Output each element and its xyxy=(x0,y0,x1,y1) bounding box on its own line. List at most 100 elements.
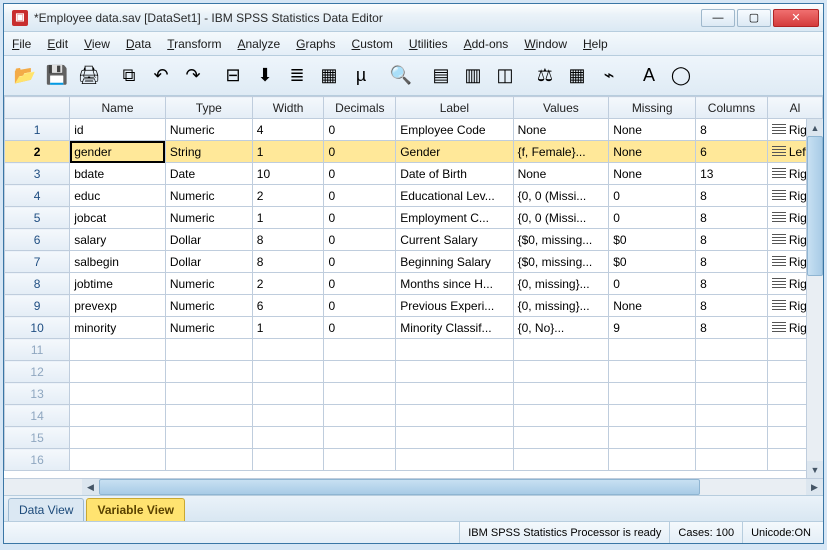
cell-type[interactable]: Numeric xyxy=(165,207,252,229)
cell-empty[interactable] xyxy=(396,405,513,427)
cell-empty[interactable] xyxy=(396,449,513,471)
cell-dec[interactable]: 0 xyxy=(324,163,396,185)
cell-dec[interactable]: 0 xyxy=(324,141,396,163)
cell-name[interactable]: gender xyxy=(70,141,166,163)
cell-empty[interactable] xyxy=(513,427,609,449)
scroll-down-button[interactable]: ▼ xyxy=(807,461,823,478)
row-header[interactable]: 9 xyxy=(5,295,70,317)
row-header[interactable]: 11 xyxy=(5,339,70,361)
menu-help[interactable]: Help xyxy=(583,37,608,51)
col-header-values[interactable]: Values xyxy=(513,97,609,119)
cell-empty[interactable] xyxy=(324,383,396,405)
cell-width[interactable]: 8 xyxy=(252,251,324,273)
cell-empty[interactable] xyxy=(396,383,513,405)
cell-missing[interactable]: 0 xyxy=(609,273,696,295)
cell-cols[interactable]: 8 xyxy=(696,207,768,229)
cell-cols[interactable]: 8 xyxy=(696,317,768,339)
cell-label[interactable]: Employee Code xyxy=(396,119,513,141)
cell-empty[interactable] xyxy=(324,361,396,383)
cell-type[interactable]: Dollar xyxy=(165,251,252,273)
cell-missing[interactable]: None xyxy=(609,141,696,163)
cell-values[interactable]: {0, missing}... xyxy=(513,295,609,317)
save-icon[interactable]: 💾 xyxy=(42,61,72,91)
cell-label[interactable]: Educational Lev... xyxy=(396,185,513,207)
cell-empty[interactable] xyxy=(70,383,166,405)
cell-type[interactable]: Numeric xyxy=(165,317,252,339)
cell-empty[interactable] xyxy=(252,449,324,471)
menu-add-ons[interactable]: Add-ons xyxy=(464,37,509,51)
cell-empty[interactable] xyxy=(609,405,696,427)
cell-empty[interactable] xyxy=(609,449,696,471)
menu-data[interactable]: Data xyxy=(126,37,151,51)
cell-cols[interactable]: 8 xyxy=(696,229,768,251)
menu-view[interactable]: View xyxy=(84,37,110,51)
recall-icon[interactable]: ⧉ xyxy=(114,61,144,91)
cell-empty[interactable] xyxy=(324,449,396,471)
cell-dec[interactable]: 0 xyxy=(324,317,396,339)
cell-empty[interactable] xyxy=(696,361,768,383)
use-sets-icon[interactable]: ◯ xyxy=(666,61,696,91)
cell-label[interactable]: Employment C... xyxy=(396,207,513,229)
cell-name[interactable]: jobcat xyxy=(70,207,166,229)
cell-cols[interactable]: 8 xyxy=(696,185,768,207)
run-icon[interactable]: ▦ xyxy=(314,61,344,91)
cell-label[interactable]: Current Salary xyxy=(396,229,513,251)
cell-dec[interactable]: 0 xyxy=(324,273,396,295)
cell-name[interactable]: minority xyxy=(70,317,166,339)
cell-empty[interactable] xyxy=(70,449,166,471)
find-icon[interactable]: 🔍 xyxy=(386,61,416,91)
row-header[interactable]: 6 xyxy=(5,229,70,251)
cell-empty[interactable] xyxy=(696,405,768,427)
cell-label[interactable]: Beginning Salary xyxy=(396,251,513,273)
cell-cols[interactable]: 13 xyxy=(696,163,768,185)
cell-values[interactable]: {0, No}... xyxy=(513,317,609,339)
spellcheck-icon[interactable]: A xyxy=(634,61,664,91)
weight-icon[interactable]: ⚖ xyxy=(530,61,560,91)
print-icon[interactable]: 🖨 xyxy=(74,61,104,91)
cell-empty[interactable] xyxy=(513,361,609,383)
cell-empty[interactable] xyxy=(252,339,324,361)
cell-missing[interactable]: 9 xyxy=(609,317,696,339)
menu-custom[interactable]: Custom xyxy=(352,37,393,51)
cell-type[interactable]: Numeric xyxy=(165,295,252,317)
insert-var-icon[interactable]: ▥ xyxy=(458,61,488,91)
cell-label[interactable]: Minority Classif... xyxy=(396,317,513,339)
row-header[interactable]: 4 xyxy=(5,185,70,207)
cell-missing[interactable]: None xyxy=(609,295,696,317)
redo-icon[interactable]: ↷ xyxy=(178,61,208,91)
cell-name[interactable]: jobtime xyxy=(70,273,166,295)
cell-label[interactable]: Date of Birth xyxy=(396,163,513,185)
cell-name[interactable]: id xyxy=(70,119,166,141)
cell-empty[interactable] xyxy=(252,383,324,405)
col-header-label[interactable]: Label xyxy=(396,97,513,119)
cell-missing[interactable]: None xyxy=(609,163,696,185)
row-header[interactable]: 15 xyxy=(5,427,70,449)
cell-cols[interactable]: 6 xyxy=(696,141,768,163)
cell-values[interactable]: {0, 0 (Missi... xyxy=(513,207,609,229)
menu-analyze[interactable]: Analyze xyxy=(237,37,280,51)
cell-width[interactable]: 2 xyxy=(252,273,324,295)
cell-values[interactable]: {$0, missing... xyxy=(513,251,609,273)
cell-values[interactable]: None xyxy=(513,163,609,185)
hscroll-thumb[interactable] xyxy=(99,479,700,495)
cell-empty[interactable] xyxy=(513,383,609,405)
cell-label[interactable]: Previous Experi... xyxy=(396,295,513,317)
cell-type[interactable]: Date xyxy=(165,163,252,185)
value-labels-icon[interactable]: ⌁ xyxy=(594,61,624,91)
cell-empty[interactable] xyxy=(696,339,768,361)
menu-transform[interactable]: Transform xyxy=(167,37,221,51)
cell-empty[interactable] xyxy=(609,427,696,449)
horizontal-scrollbar[interactable]: ◀ ▶ xyxy=(82,479,823,495)
row-header[interactable]: 7 xyxy=(5,251,70,273)
cell-name[interactable]: educ xyxy=(70,185,166,207)
cell-empty[interactable] xyxy=(70,361,166,383)
cell-values[interactable]: {f, Female}... xyxy=(513,141,609,163)
col-header-al[interactable]: Al xyxy=(767,97,822,119)
menu-file[interactable]: File xyxy=(12,37,31,51)
cell-label[interactable]: Months since H... xyxy=(396,273,513,295)
cell-type[interactable]: Dollar xyxy=(165,229,252,251)
cell-empty[interactable] xyxy=(70,405,166,427)
cell-type[interactable]: Numeric xyxy=(165,119,252,141)
cell-empty[interactable] xyxy=(70,427,166,449)
menu-edit[interactable]: Edit xyxy=(47,37,68,51)
